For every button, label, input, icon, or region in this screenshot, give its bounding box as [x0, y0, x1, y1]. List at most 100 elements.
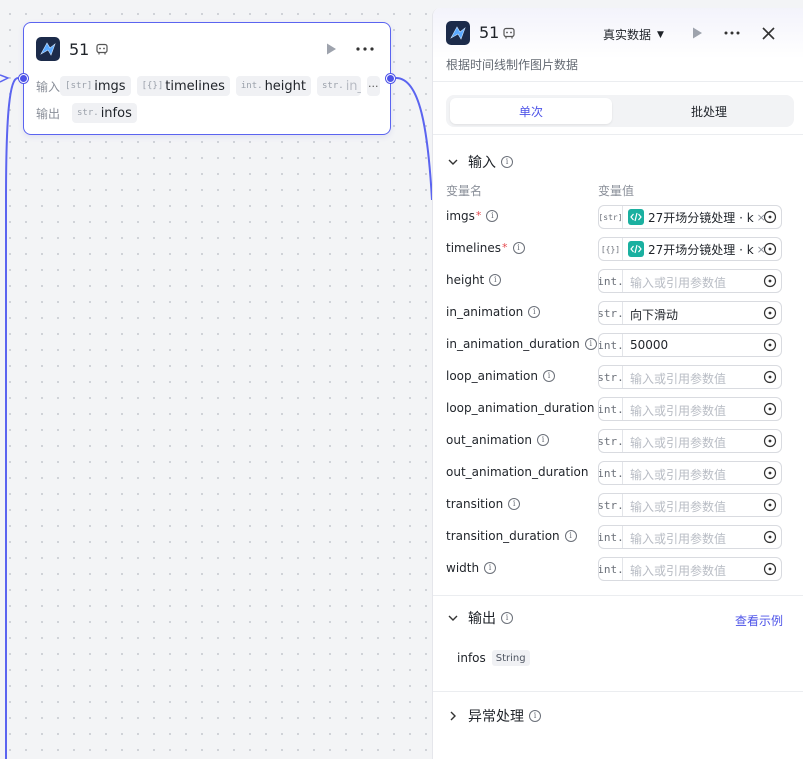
variable-picker-icon[interactable]	[763, 466, 777, 480]
play-icon[interactable]	[689, 25, 705, 41]
incoming-edge[interactable]	[5, 77, 19, 759]
info-icon[interactable]: i	[489, 274, 502, 286]
param-name-text: in_animation_duration	[446, 337, 580, 351]
info-icon[interactable]: i	[564, 530, 577, 542]
param-value-field[interactable]: str. 输入或引用参数值	[598, 429, 782, 453]
param-row-loop-animation-duration: loop_animation_duration int. 输入或引用参数值	[446, 397, 794, 421]
more-icon[interactable]	[354, 38, 376, 60]
param-value-field[interactable]: [{}] 27开场分镜处理 · k ×	[598, 237, 782, 261]
param-placeholder: 输入或引用参数值	[630, 436, 727, 450]
param-type: str.	[599, 302, 624, 324]
info-icon[interactable]: i	[528, 306, 541, 318]
reference-chip[interactable]: 27开场分镜处理 · k ×	[628, 209, 766, 225]
error-handling-title: 异常处理	[468, 709, 524, 725]
param-value-field[interactable]: int. 输入或引用参数值	[598, 397, 782, 421]
info-icon[interactable]: i	[486, 210, 499, 222]
tab-batch[interactable]: 批处理	[628, 98, 790, 124]
param-placeholder: 输入或引用参数值	[630, 372, 727, 386]
info-icon[interactable]: i	[484, 562, 497, 574]
variable-picker-icon[interactable]	[763, 306, 777, 320]
run-mode-tabs: 单次 批处理	[446, 95, 794, 127]
tab-single[interactable]: 单次	[450, 98, 612, 124]
error-handling-section-header[interactable]: 异常处理 i	[446, 706, 541, 726]
param-row-in-animation-duration: in_animation_duration i int. 50000	[446, 333, 794, 357]
param-name: transition i	[446, 497, 521, 511]
param-value-field[interactable]: int. 输入或引用参数值	[598, 461, 782, 485]
param-type: int.	[599, 462, 624, 484]
info-icon[interactable]: i	[536, 434, 549, 446]
param-type: int.	[599, 334, 624, 356]
param-row-out-animation-duration: out_animation_duration int. 输入或引用参数值	[446, 461, 794, 485]
node-input-tag: [str] imgs	[60, 76, 131, 96]
chevron-down-icon	[448, 159, 458, 165]
node-inputs-more-button[interactable]: ···	[366, 76, 380, 96]
close-icon[interactable]	[758, 23, 778, 43]
param-value-field[interactable]: int. 输入或引用参数值	[598, 557, 782, 581]
param-type: str.	[599, 430, 624, 452]
info-icon[interactable]: i	[529, 710, 541, 722]
param-value-field[interactable]: str. 输入或引用参数值	[598, 493, 782, 517]
panel-header: 51 真实数据 ▼ 根据时间线制作图片数据	[433, 8, 803, 82]
param-type: [{}]	[599, 238, 623, 260]
output-name: infos	[100, 105, 132, 121]
reference-text: 27开场分镜处理 · k	[648, 242, 754, 257]
data-mode-dropdown[interactable]: 真实数据 ▼	[603, 26, 664, 43]
param-value-field[interactable]: int. 50000	[598, 333, 782, 357]
variable-picker-icon[interactable]	[763, 338, 777, 352]
node-input-tag: int. height	[235, 76, 311, 96]
variable-picker-icon[interactable]	[763, 370, 777, 384]
param-value-field[interactable]: str. 向下滑动	[598, 301, 782, 325]
incoming-edge-arrow	[0, 74, 10, 83]
variable-picker-icon[interactable]	[763, 210, 777, 224]
param-name-text: loop_animation_duration	[446, 401, 595, 415]
param-value-field[interactable]: int. 输入或引用参数值	[598, 269, 782, 293]
workflow-canvas[interactable]: 51 输入 [str] imgs [{}] timelines int. height…	[0, 0, 432, 759]
input-type: str.	[322, 81, 344, 91]
workflow-node[interactable]: 51 输入 [str] imgs [{}] timelines int. height…	[19, 22, 395, 135]
required-mark: *	[502, 241, 508, 254]
code-ref-icon	[628, 241, 644, 257]
info-icon[interactable]: i	[508, 498, 521, 510]
param-value-field[interactable]: int. 输入或引用参数值	[598, 525, 782, 549]
variable-picker-icon[interactable]	[763, 274, 777, 288]
more-icon[interactable]	[721, 23, 743, 43]
code-ref-icon	[628, 209, 644, 225]
input-type: [{}]	[141, 81, 164, 91]
variable-picker-icon[interactable]	[763, 498, 777, 512]
node-inputs-row: 输入 [str] imgs [{}] timelines int. height st…	[36, 76, 380, 96]
param-name-text: out_animation_duration	[446, 465, 589, 479]
input-port[interactable]	[19, 74, 28, 83]
param-row-transition: transition i str. 输入或引用参数值	[446, 493, 794, 517]
param-value-field[interactable]: [str] 27开场分镜处理 · k ×	[598, 205, 782, 229]
param-type: int.	[599, 558, 624, 580]
info-icon[interactable]: i	[542, 370, 555, 382]
param-name-text: imgs	[446, 209, 475, 223]
param-row-height: height i int. 输入或引用参数值	[446, 269, 794, 293]
divider	[433, 134, 803, 135]
outgoing-edge[interactable]	[395, 77, 432, 201]
info-icon[interactable]: i	[501, 156, 513, 168]
info-icon[interactable]: i	[584, 338, 597, 350]
output-type-badge: String	[491, 650, 530, 666]
divider	[433, 595, 803, 596]
info-icon[interactable]: i	[512, 242, 525, 254]
output-port[interactable]	[386, 74, 395, 83]
variable-picker-icon[interactable]	[763, 242, 777, 256]
reference-chip[interactable]: 27开场分镜处理 · k ×	[628, 241, 766, 257]
param-value-field[interactable]: str. 输入或引用参数值	[598, 365, 782, 389]
input-name: in_an	[345, 78, 361, 94]
param-type: int.	[599, 270, 624, 292]
output-section-header[interactable]: 输出 i	[446, 608, 513, 628]
input-type: [str]	[65, 81, 93, 91]
variable-picker-icon[interactable]	[763, 402, 777, 416]
param-name-text: timelines	[446, 241, 502, 255]
play-icon[interactable]	[322, 40, 340, 58]
variable-picker-icon[interactable]	[763, 434, 777, 448]
input-section-header[interactable]: 输入 i	[446, 152, 513, 172]
view-example-link[interactable]: 查看示例	[735, 612, 783, 629]
variable-picker-icon[interactable]	[763, 530, 777, 544]
info-icon[interactable]: i	[501, 612, 513, 624]
param-placeholder: 输入或引用参数值	[630, 500, 727, 514]
variable-picker-icon[interactable]	[763, 562, 777, 576]
param-name: transition_duration i	[446, 529, 577, 543]
